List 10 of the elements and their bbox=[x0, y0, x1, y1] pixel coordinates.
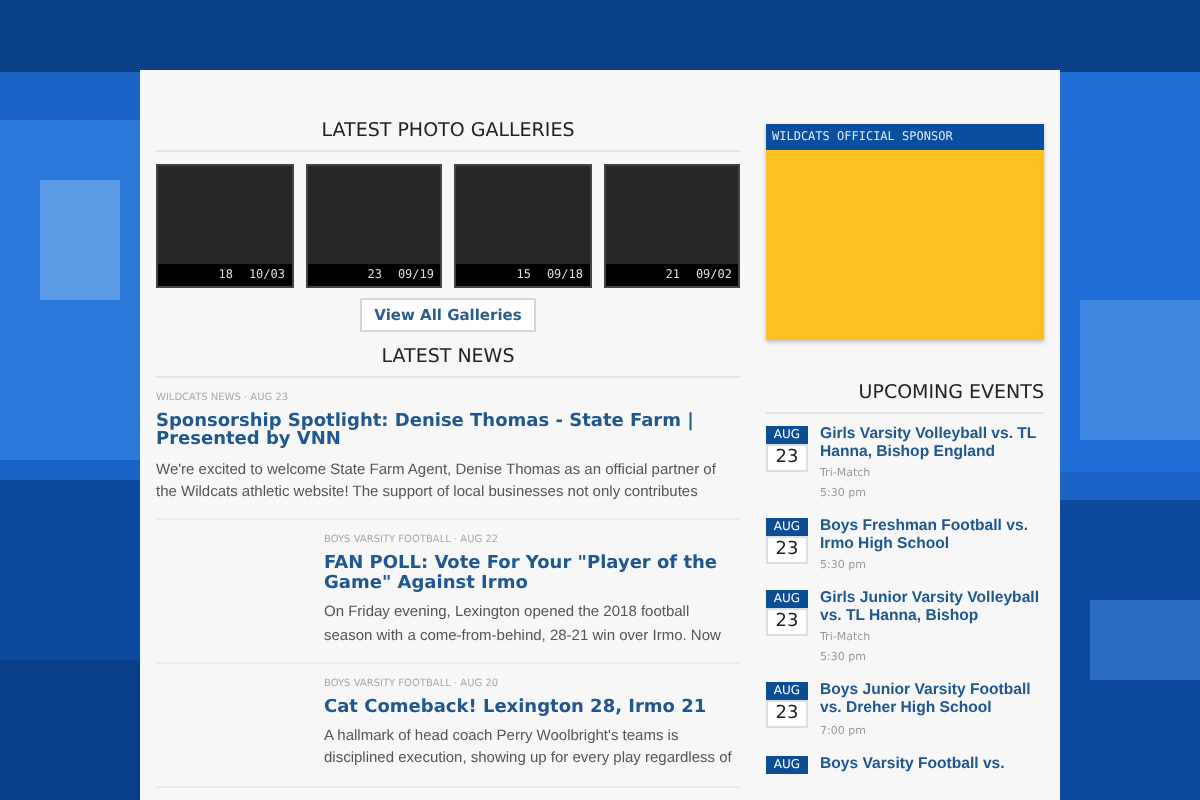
event-day: 23 bbox=[766, 700, 808, 729]
event-day: 23 bbox=[766, 536, 808, 565]
news-title-link[interactable]: Cat Comeback! Lexington 28, Irmo 21 bbox=[324, 699, 740, 719]
event-day: 23 bbox=[766, 444, 808, 472]
section-heading: LATEST NEWS bbox=[156, 346, 740, 378]
news-title-link[interactable]: FAN POLL: Vote For Your "Player of the Game" Against Irmo bbox=[324, 556, 740, 595]
section-heading: UPCOMING EVENTS bbox=[766, 382, 1044, 414]
event-day: 23 bbox=[766, 608, 808, 637]
news-title-link[interactable]: Sponsorship Spotlight: Denise Thomas - State Farm | Presented by VNN bbox=[156, 414, 740, 452]
section-heading: LATEST PHOTO GALLERIES bbox=[156, 120, 740, 152]
